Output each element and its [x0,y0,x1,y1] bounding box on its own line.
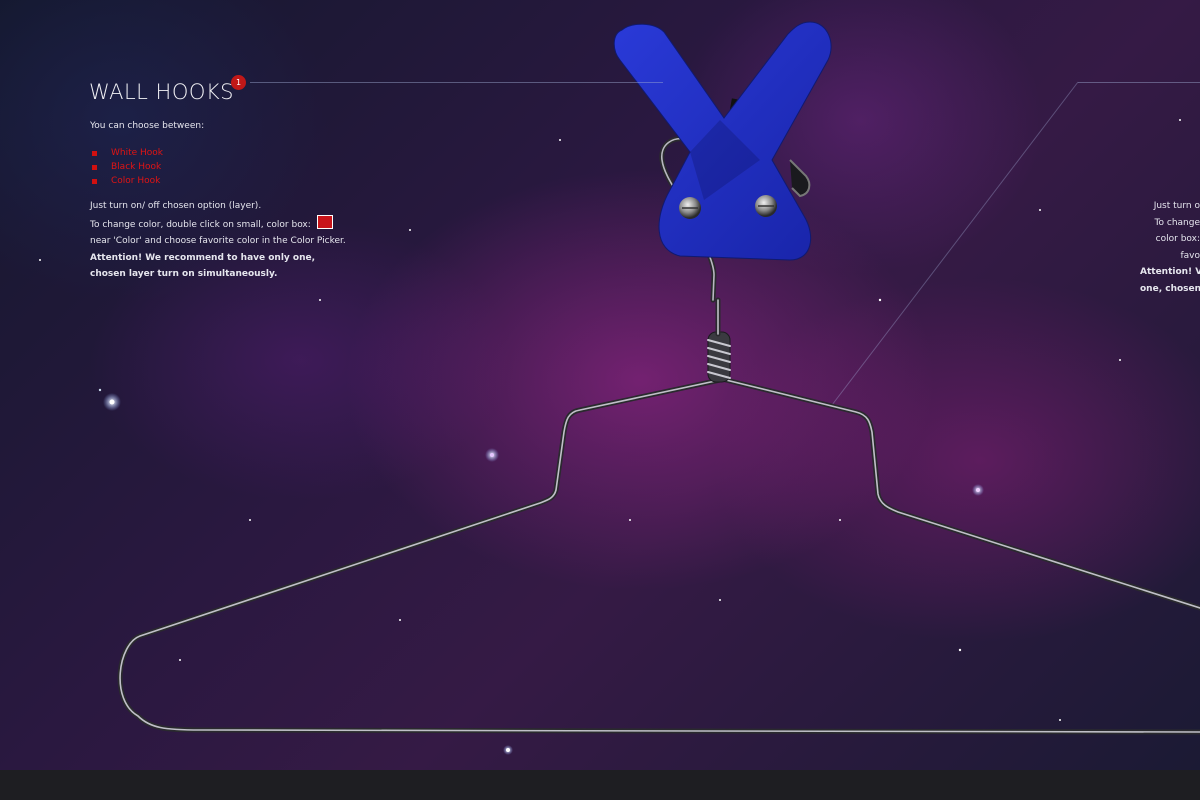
bullet-icon [92,151,97,156]
attention-line: one, chosen [1140,283,1200,294]
instruction-line: Just turn o [1153,201,1200,211]
attention-line: Attention! V [1140,267,1200,277]
color-box-swatch [316,214,333,229]
attention-line: Attention! We recommend to have only one… [90,252,316,263]
decorative-diagonal-line [831,81,1079,406]
list-item: White Hook [92,146,163,160]
instruction-line: Just turn on/ off chosen option (layer). [90,201,262,211]
option-label: Color Hook [111,176,161,186]
scene-art [39,21,1200,755]
bottom-bar [0,770,1200,800]
instruction-line: color box: [1155,234,1200,244]
page-title: WALL HOOKS [89,80,235,104]
intro-text: You can choose between: [90,121,205,131]
page-number-badge: 1 [231,75,246,90]
bullet-icon [92,179,97,184]
instruction-line: To change color, double click on small, … [90,219,311,230]
option-label: White Hook [111,148,164,158]
option-label: Black Hook [111,162,162,172]
instruction-line-color: To change color, double click on small, … [90,214,346,234]
list-item: Black Hook [92,160,163,174]
header-rule-left [250,82,663,83]
bullet-icon [92,165,97,170]
instructions: Just turn on/ off chosen option (layer).… [90,198,346,283]
space-background: WALL HOOKS 1 You can choose between: Whi… [0,0,1200,770]
right-instructions-cropped: Just turn o To change color box: favo At… [1140,198,1200,298]
attention-line: chosen layer turn on simultaneously. [90,269,278,279]
header-rule-right [1078,82,1200,83]
instruction-line: near 'Color' and choose favorite color i… [90,236,346,246]
wall-hook [613,21,832,261]
list-item: Color Hook [92,174,163,188]
instruction-line: To change [1154,217,1200,228]
instruction-line: favo [1180,250,1200,261]
hook-options-list: White Hook Black Hook Color Hook [92,146,163,188]
